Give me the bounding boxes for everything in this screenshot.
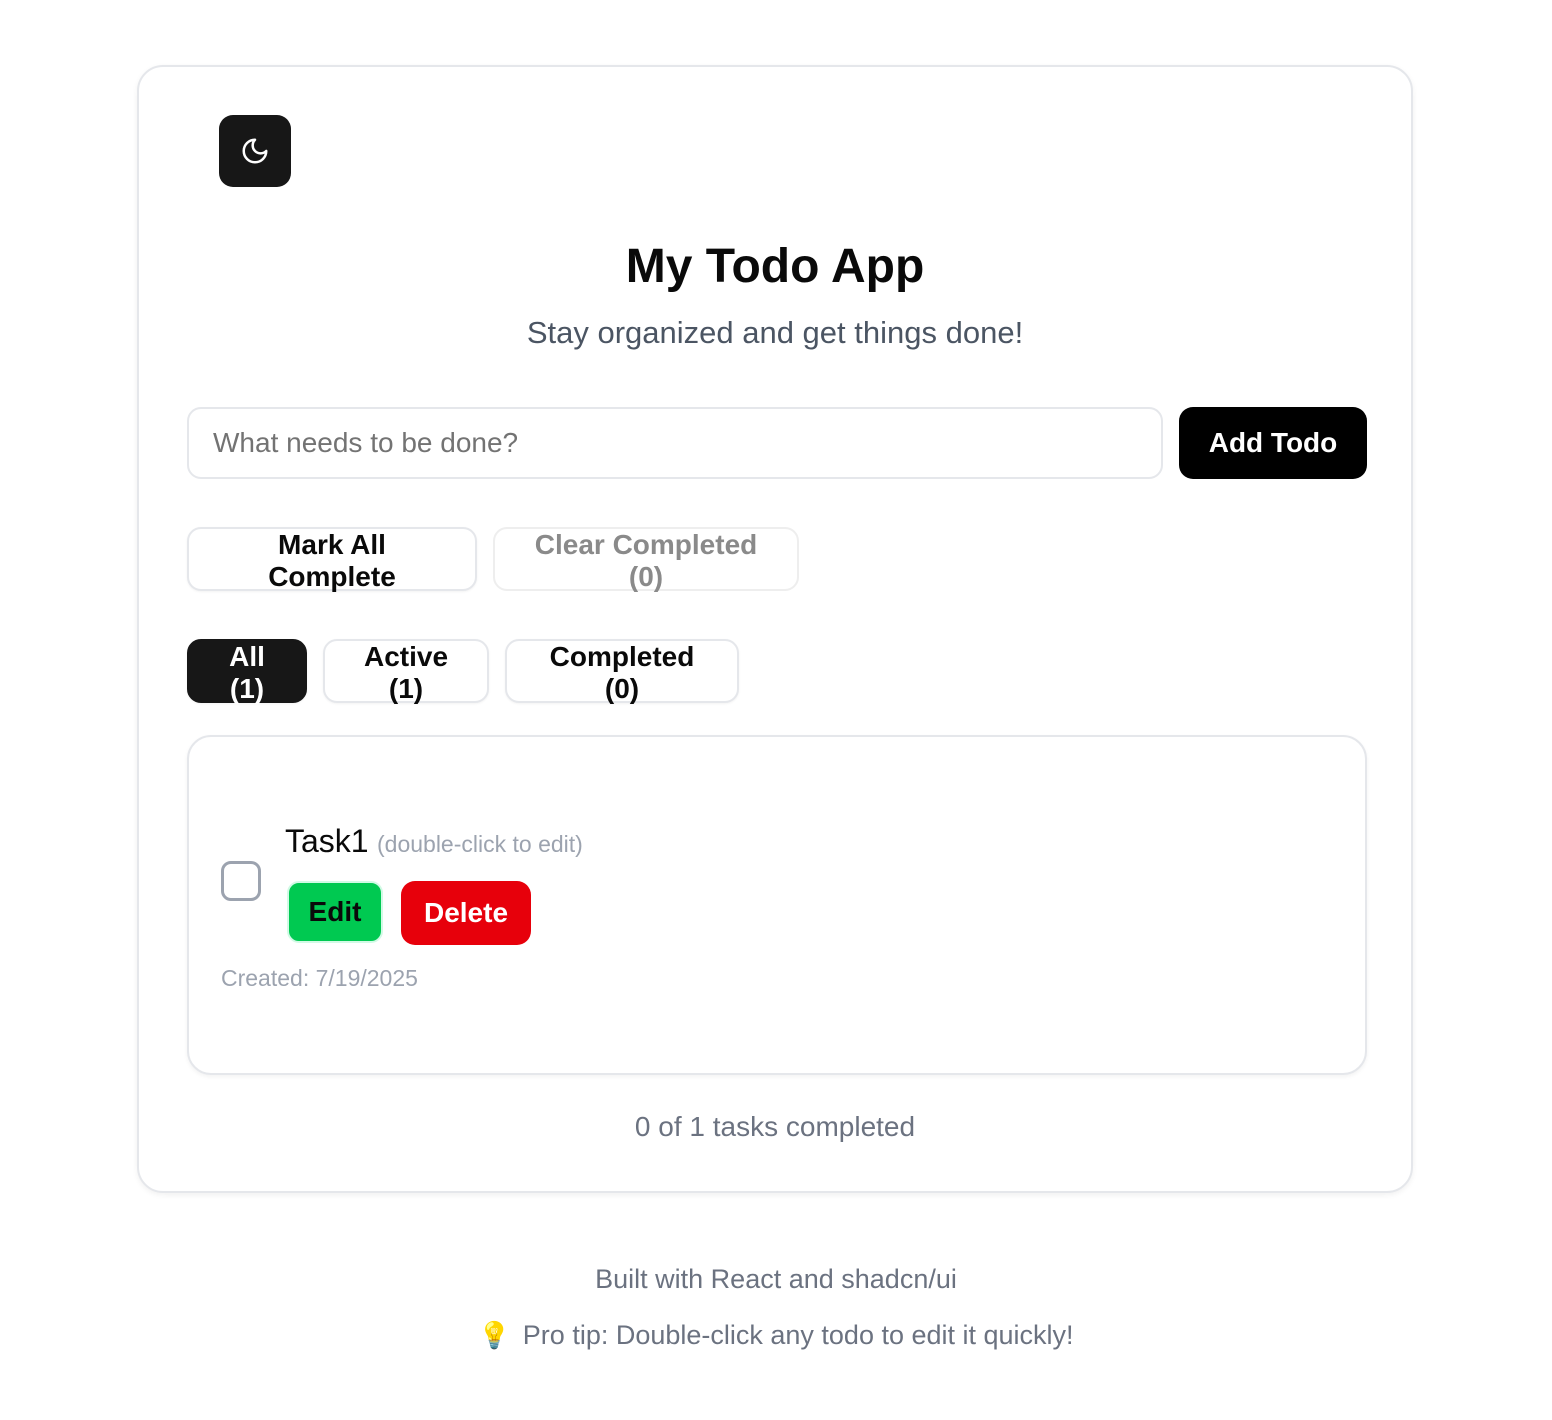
footer-pro-tip: 💡 Pro tip: Double-click any todo to edit … — [0, 1320, 1552, 1351]
pro-tip-text: Pro tip: Double-click any todo to edit i… — [522, 1320, 1074, 1350]
footer-built-with: Built with React and shadcn/ui — [595, 1264, 957, 1294]
edit-hint: (double-click to edit) — [377, 831, 583, 857]
new-todo-input[interactable] — [187, 407, 1163, 479]
todo-checkbox[interactable] — [221, 861, 261, 901]
moon-icon — [242, 138, 268, 164]
filter-completed-tab[interactable]: Completed (0) — [505, 639, 739, 704]
todo-list: Task1 (double-click to edit) Edit Delete… — [187, 735, 1367, 1075]
filter-all-tab[interactable]: All (1) — [187, 639, 307, 704]
created-date: Created: 7/19/2025 — [221, 965, 418, 991]
clear-completed-button[interactable]: Clear Completed (0) — [493, 527, 799, 592]
todo-card: My Todo App Stay organized and get thing… — [137, 65, 1413, 1193]
completion-summary: 0 of 1 tasks completed — [634, 1111, 916, 1142]
theme-toggle-button[interactable] — [219, 115, 291, 187]
filter-active-tab[interactable]: Active (1) — [323, 639, 489, 704]
add-todo-button[interactable]: Add Todo — [1179, 407, 1367, 479]
page-title: My Todo App — [625, 240, 925, 293]
todo-text[interactable]: Task1 — [285, 823, 369, 860]
page-subtitle: Stay organized and get things done! — [526, 315, 1024, 350]
delete-button[interactable]: Delete — [401, 881, 531, 945]
edit-button[interactable]: Edit — [287, 881, 383, 943]
lightbulb-icon: 💡 — [478, 1320, 511, 1350]
mark-all-complete-button[interactable]: Mark All Complete — [187, 527, 477, 592]
